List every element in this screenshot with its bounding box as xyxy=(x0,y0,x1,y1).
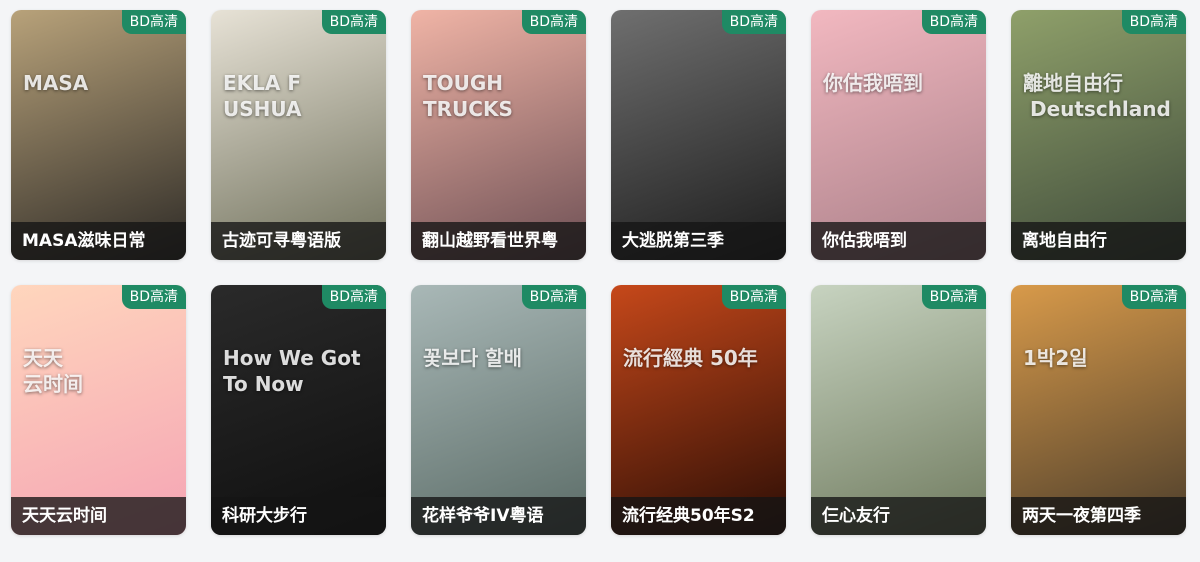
poster-title-art: 離地自由行 Deutschland xyxy=(1023,71,1171,121)
video-card[interactable]: 天天 云时间 BD高清天天云时间 xyxy=(11,285,186,535)
video-card[interactable]: EKLA F USHUA BD高清古迹可寻粤语版 xyxy=(211,10,386,260)
video-card[interactable]: BD高清仨心友行 xyxy=(811,285,986,535)
video-card[interactable]: 流行經典 50年 BD高清流行经典50年S2 xyxy=(611,285,786,535)
quality-badge: BD高清 xyxy=(721,285,786,309)
video-title: 离地自由行 xyxy=(1011,222,1186,260)
video-card[interactable]: TOUGH TRUCKS BD高清翻山越野看世界粤 xyxy=(411,10,586,260)
video-card[interactable]: 1박2일 BD高清两天一夜第四季 xyxy=(1011,285,1186,535)
poster-title-art: 꽃보다 할배 xyxy=(423,346,522,370)
poster-title-art: MASA xyxy=(23,71,89,95)
poster-title-art: TOUGH TRUCKS xyxy=(423,71,513,121)
poster-title-art: EKLA F USHUA xyxy=(223,71,302,121)
quality-badge: BD高清 xyxy=(121,10,186,34)
video-title: 花样爷爷IV粤语 xyxy=(411,497,586,535)
video-card[interactable]: 你估我唔到 BD高清你估我唔到 xyxy=(811,10,986,260)
quality-badge: BD高清 xyxy=(721,10,786,34)
quality-badge: BD高清 xyxy=(521,10,586,34)
quality-badge: BD高清 xyxy=(1121,285,1186,309)
video-title: 仨心友行 xyxy=(811,497,986,535)
poster-title-art: 1박2일 xyxy=(1023,346,1088,370)
video-title: MASA滋味日常 xyxy=(11,222,186,260)
video-title: 古迹可寻粤语版 xyxy=(211,222,386,260)
video-card[interactable]: 離地自由行 Deutschland BD高清离地自由行 xyxy=(1011,10,1186,260)
quality-badge: BD高清 xyxy=(321,10,386,34)
video-title: 大逃脱第三季 xyxy=(611,222,786,260)
video-title: 翻山越野看世界粤 xyxy=(411,222,586,260)
poster-title-art: 你估我唔到 xyxy=(823,71,923,95)
video-title: 两天一夜第四季 xyxy=(1011,497,1186,535)
video-title: 科研大步行 xyxy=(211,497,386,535)
quality-badge: BD高清 xyxy=(921,10,986,34)
poster-title-art: 天天 云时间 xyxy=(23,346,83,396)
video-title: 你估我唔到 xyxy=(811,222,986,260)
quality-badge: BD高清 xyxy=(121,285,186,309)
poster-title-art: How We Got To Now xyxy=(223,346,361,396)
video-card[interactable]: 꽃보다 할배 BD高清花样爷爷IV粤语 xyxy=(411,285,586,535)
video-title: 流行经典50年S2 xyxy=(611,497,786,535)
quality-badge: BD高清 xyxy=(921,285,986,309)
quality-badge: BD高清 xyxy=(321,285,386,309)
quality-badge: BD高清 xyxy=(521,285,586,309)
video-card[interactable]: MASA BD高清 MASA滋味日常 xyxy=(11,10,186,260)
quality-badge: BD高清 xyxy=(1121,10,1186,34)
video-card[interactable]: BD高清大逃脱第三季 xyxy=(611,10,786,260)
poster-title-art: 流行經典 50年 xyxy=(623,346,758,370)
video-title: 天天云时间 xyxy=(11,497,186,535)
video-card[interactable]: How We Got To Now BD高清科研大步行 xyxy=(211,285,386,535)
content-grid: MASA BD高清 MASA滋味日常 EKLA F USHUA BD高清 古迹可寻粤语版 T… xyxy=(11,10,1186,535)
